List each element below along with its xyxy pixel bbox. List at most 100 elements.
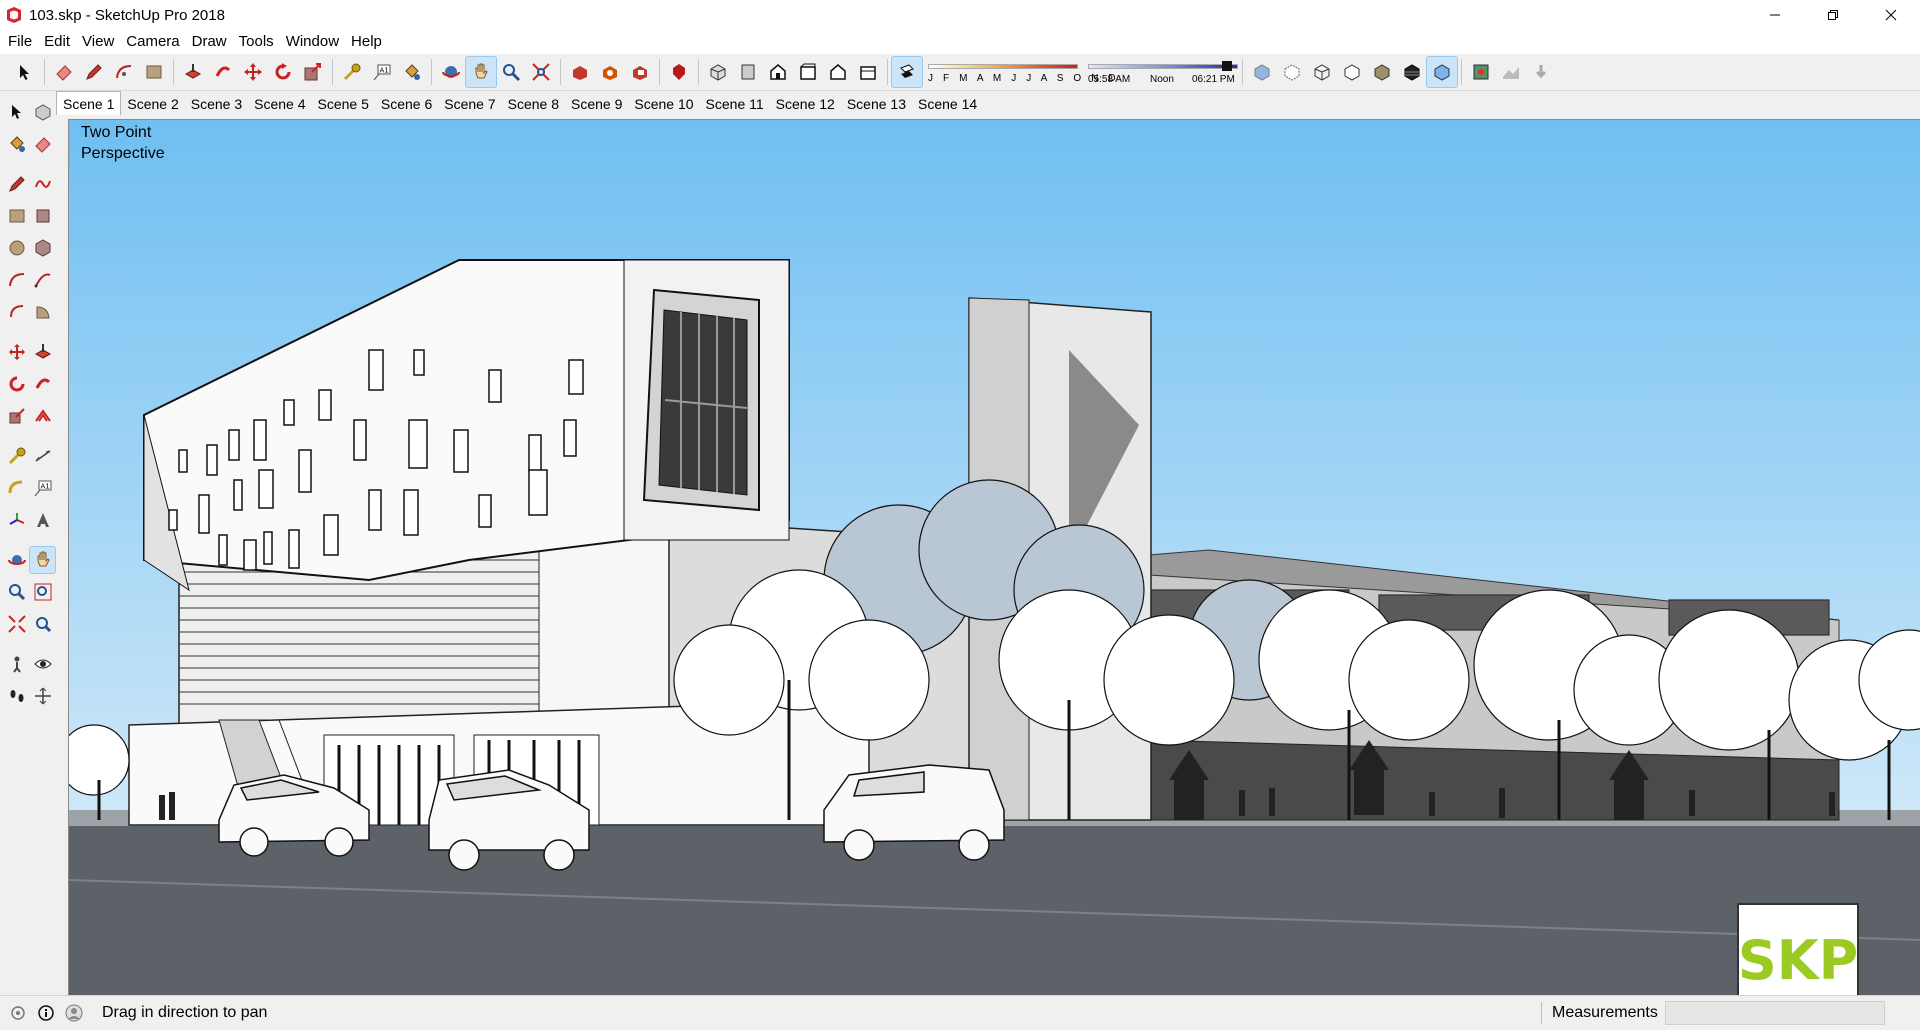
pie-tool[interactable]	[30, 299, 55, 325]
scene-tab-10[interactable]: Scene 10	[628, 93, 699, 115]
position-camera-tool[interactable]	[4, 651, 29, 677]
menu-edit[interactable]: Edit	[38, 31, 76, 53]
minimize-button[interactable]	[1746, 0, 1804, 30]
two-point-arc-tool[interactable]	[30, 267, 55, 293]
scene-tab-2[interactable]: Scene 2	[121, 93, 184, 115]
axes-tool[interactable]	[4, 507, 29, 533]
arc-tool-button[interactable]	[109, 57, 139, 87]
shadow-month-slider[interactable]: J F M A M J J A S O N D	[928, 57, 1116, 87]
left-view-button[interactable]	[853, 57, 883, 87]
photo-textures-button[interactable]	[1526, 57, 1556, 87]
move-tool-button[interactable]	[238, 57, 268, 87]
menu-file[interactable]: File	[2, 31, 38, 53]
shadow-time-slider[interactable]: 05:58 AM Noon 06:21 PM	[1088, 57, 1238, 87]
paint-bucket-tool[interactable]	[4, 131, 29, 157]
shaded-button[interactable]	[1367, 57, 1397, 87]
scene-tab-8[interactable]: Scene 8	[502, 93, 565, 115]
time-slider-thumb[interactable]	[1222, 61, 1232, 71]
user-account-status[interactable]	[64, 1003, 84, 1023]
scale-tool[interactable]	[4, 403, 29, 429]
iso-view-button[interactable]	[703, 57, 733, 87]
scene-tab-11[interactable]: Scene 11	[700, 93, 770, 115]
follow-me-tool-button[interactable]	[208, 57, 238, 87]
line-tool[interactable]	[4, 171, 29, 197]
3d-text-tool[interactable]	[30, 507, 55, 533]
scale-tool-button[interactable]	[298, 57, 328, 87]
offset-tool[interactable]	[30, 403, 55, 429]
xray-style-button[interactable]	[1247, 57, 1277, 87]
menu-camera[interactable]: Camera	[120, 31, 185, 53]
rotated-rectangle-tool[interactable]	[30, 203, 55, 229]
text-tool-button[interactable]: A1	[367, 57, 397, 87]
select-tool-button[interactable]	[10, 57, 40, 87]
menu-window[interactable]: Window	[280, 31, 345, 53]
rectangle-tool[interactable]	[4, 203, 29, 229]
shadows-toggle-button[interactable]	[891, 56, 923, 88]
circle-tool[interactable]	[4, 235, 29, 261]
scene-tab-14[interactable]: Scene 14	[912, 93, 983, 115]
close-button[interactable]	[1862, 0, 1920, 30]
zoom-tool-button[interactable]	[496, 57, 526, 87]
toggle-terrain-button[interactable]	[1496, 57, 1526, 87]
scene-tab-6[interactable]: Scene 6	[375, 93, 438, 115]
scene-tab-4[interactable]: Scene 4	[248, 93, 311, 115]
eraser-tool[interactable]	[30, 131, 55, 157]
look-around-tool[interactable]	[30, 651, 55, 677]
paint-bucket-tool-button[interactable]	[397, 57, 427, 87]
three-point-arc-tool[interactable]	[4, 299, 29, 325]
pan-tool-button[interactable]	[465, 56, 497, 88]
push-pull-tool[interactable]	[30, 339, 55, 365]
share-model-button[interactable]	[595, 57, 625, 87]
rotate-tool[interactable]	[4, 371, 29, 397]
pan-tool[interactable]	[29, 546, 56, 574]
back-view-button[interactable]	[823, 57, 853, 87]
scene-tab-7[interactable]: Scene 7	[438, 93, 501, 115]
dimension-tool[interactable]	[30, 443, 55, 469]
push-pull-tool-button[interactable]	[178, 57, 208, 87]
add-location-button[interactable]	[1466, 57, 1496, 87]
hidden-line-button[interactable]	[1337, 57, 1367, 87]
rectangle-tool-button[interactable]	[139, 57, 169, 87]
zoom-extents-button[interactable]	[526, 57, 556, 87]
scene-tab-9[interactable]: Scene 9	[565, 93, 628, 115]
scene-tab-5[interactable]: Scene 5	[312, 93, 375, 115]
polygon-tool[interactable]	[30, 235, 55, 261]
back-edges-button[interactable]	[1277, 57, 1307, 87]
protractor-tool[interactable]	[4, 475, 29, 501]
front-view-button[interactable]	[763, 57, 793, 87]
geolocation-status[interactable]	[8, 1003, 28, 1023]
scene-tab-3[interactable]: Scene 3	[185, 93, 248, 115]
freehand-tool[interactable]	[30, 171, 55, 197]
scene-tab-13[interactable]: Scene 13	[841, 93, 912, 115]
make-component-tool[interactable]	[30, 99, 55, 125]
arc-tool[interactable]	[4, 267, 29, 293]
scene-tab-1[interactable]: Scene 1	[56, 91, 122, 115]
right-view-button[interactable]	[793, 57, 823, 87]
eraser-tool-button[interactable]	[49, 57, 79, 87]
follow-me-tool[interactable]	[30, 371, 55, 397]
zoom-window-tool[interactable]	[30, 579, 55, 605]
model-viewport[interactable]: Two Point Perspective SKP	[68, 119, 1920, 995]
menu-draw[interactable]: Draw	[186, 31, 233, 53]
extension-warehouse-button[interactable]	[664, 57, 694, 87]
zoom-extents-tool[interactable]	[4, 611, 29, 637]
previous-view-tool[interactable]	[30, 611, 55, 637]
menu-view[interactable]: View	[76, 31, 120, 53]
move-tool[interactable]	[4, 339, 29, 365]
menu-tools[interactable]: Tools	[233, 31, 280, 53]
shaded-textures-button[interactable]	[1397, 57, 1427, 87]
menu-help[interactable]: Help	[345, 31, 388, 53]
section-plane-tool[interactable]	[30, 683, 55, 709]
line-tool-button[interactable]	[79, 57, 109, 87]
text-tool[interactable]: A1	[30, 475, 55, 501]
restore-button[interactable]	[1804, 0, 1862, 30]
measurements-input[interactable]	[1665, 1001, 1885, 1025]
orbit-tool[interactable]	[4, 547, 29, 573]
zoom-tool[interactable]	[4, 579, 29, 605]
tape-measure-tool[interactable]	[4, 443, 29, 469]
select-tool[interactable]	[4, 99, 29, 125]
top-view-button[interactable]	[733, 57, 763, 87]
warehouse-button[interactable]	[565, 57, 595, 87]
walk-tool[interactable]	[4, 683, 29, 709]
tape-measure-tool-button[interactable]	[337, 57, 367, 87]
